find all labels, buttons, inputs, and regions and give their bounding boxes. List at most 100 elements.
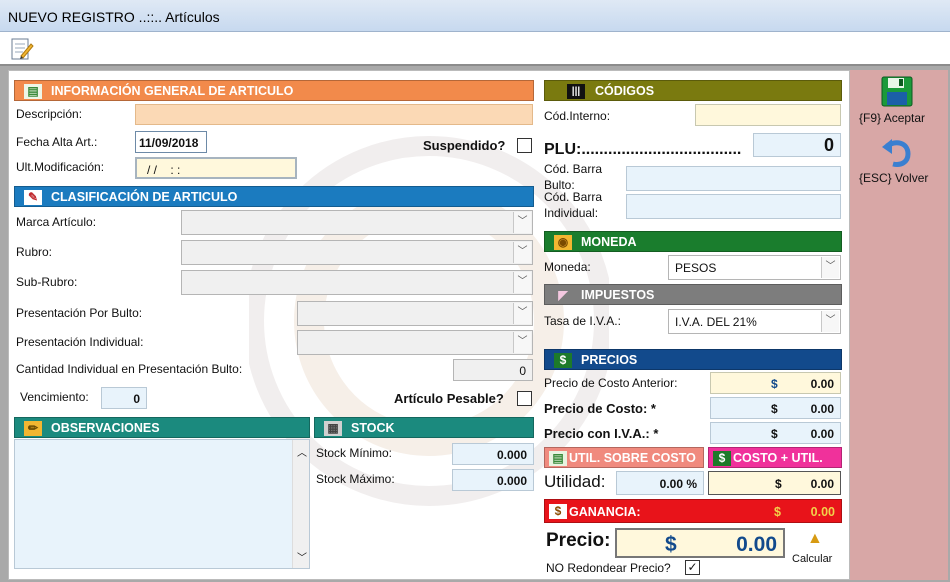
chevron-down-icon[interactable]: ﹀ [513, 212, 531, 233]
descripcion-input[interactable] [135, 104, 533, 125]
stock-min-label: Stock Mínimo: [316, 446, 393, 460]
calcular-button[interactable]: ▲ Calcular [789, 528, 841, 568]
ganancia-row: $ GANANCIA: $ 0.00 [544, 499, 842, 523]
toolbar [0, 32, 950, 66]
chevron-down-icon[interactable]: ﹀ [513, 272, 531, 293]
currency-symbol: $ [771, 402, 778, 416]
currency-symbol: $ [771, 427, 778, 441]
costo-label: Precio de Costo: * [544, 401, 656, 416]
utilidad-pct-input[interactable]: 0.00 % [616, 471, 704, 495]
moneda-select[interactable]: PESOS ﹀ [668, 255, 841, 280]
costo-ant-input[interactable]: $0.00 [710, 372, 841, 394]
moneda-header: ◉ MONEDA [544, 231, 842, 252]
calc-icon: ▤ [549, 451, 567, 466]
suspendido-label: Suspendido? [423, 138, 506, 153]
chevron-down-icon[interactable]: ﹀ [821, 257, 839, 278]
scroll-down-icon[interactable]: ﹀ [297, 549, 307, 564]
volver-label: {ESC} Volver [859, 171, 929, 185]
util-sobre-costo-button[interactable]: ▤ UTIL. SOBRE COSTO [544, 447, 704, 468]
document-icon: ▤ [24, 84, 42, 99]
coins-icon: ▲ [807, 530, 823, 547]
costo-ant-value: 0.00 [810, 377, 834, 391]
chevron-down-icon[interactable]: ﹀ [821, 311, 839, 332]
subrubro-select[interactable]: ﹀ [181, 270, 533, 295]
money-bag-icon: $ [549, 504, 567, 519]
aceptar-button[interactable]: {F9} Aceptar [850, 76, 948, 128]
chevron-down-icon[interactable]: ﹀ [513, 242, 531, 263]
plu-input[interactable]: 0 [753, 133, 841, 157]
clasificacion-header-label: CLASIFICACIÓN DE ARTICULO [51, 190, 238, 204]
aceptar-label: {F9} Aceptar [859, 111, 926, 125]
pres-indiv-select[interactable]: ﹀ [297, 330, 533, 355]
general-header-label: INFORMACIÓN GENERAL DE ARTICULO [51, 84, 294, 98]
no-redondear-label: NO Redondear Precio? [546, 561, 671, 575]
eraser-icon: ◤ [558, 288, 568, 302]
currency-symbol: $ [775, 477, 782, 491]
barra-bulto-input[interactable] [626, 166, 841, 191]
cant-input[interactable]: 0 [453, 359, 533, 381]
precio-input[interactable]: $ 0.00 [615, 528, 785, 558]
con-iva-value: 0.00 [810, 427, 834, 441]
venc-input[interactable]: 0 [101, 387, 147, 409]
general-header: ▤ INFORMACIÓN GENERAL DE ARTICULO [14, 80, 534, 101]
window-title: NUEVO REGISTRO ..::.. Artículos [8, 9, 220, 25]
moneda-select-value: PESOS [675, 261, 717, 275]
barcode-icon: ||| [567, 84, 585, 99]
costo-input[interactable]: $0.00 [710, 397, 841, 419]
scroll-up-icon[interactable]: ︿ [297, 444, 307, 459]
costo-value: 0.00 [810, 402, 834, 416]
precios-header: $ PRECIOS [544, 349, 842, 370]
pres-bulto-label: Presentación Por Bulto: [16, 306, 143, 320]
iva-label: Tasa de I.V.A.: [544, 314, 621, 328]
dollar-icon: $ [713, 451, 731, 466]
fecha-alta-label: Fecha Alta Art.: [16, 135, 98, 149]
iva-select[interactable]: I.V.A. DEL 21% ﹀ [668, 309, 841, 334]
stock-min-input[interactable]: 0.000 [452, 443, 534, 465]
save-icon [881, 76, 913, 107]
title-bar: NUEVO REGISTRO ..::.. Artículos [0, 0, 950, 32]
ult-mod-input[interactable]: / / : : [135, 157, 297, 179]
money-icon: ◉ [554, 235, 572, 250]
iva-select-value: I.V.A. DEL 21% [675, 315, 757, 329]
rubro-select[interactable]: ﹀ [181, 240, 533, 265]
chevron-down-icon[interactable]: ﹀ [513, 303, 531, 324]
ganancia-label: GANANCIA: [569, 505, 641, 519]
chevron-down-icon[interactable]: ﹀ [513, 332, 531, 353]
con-iva-input[interactable]: $0.00 [710, 422, 841, 444]
impuestos-header-label: IMPUESTOS [581, 288, 655, 302]
clipboard-icon: ✎ [24, 190, 42, 205]
utilidad-label: Utilidad: [544, 472, 606, 491]
suspendido-checkbox[interactable] [517, 138, 532, 153]
utilidad-value-input[interactable]: $0.00 [708, 471, 841, 495]
currency-symbol: $ [771, 377, 778, 391]
ult-mod-label: Ult.Modificación: [16, 160, 105, 174]
notepad-edit-icon[interactable] [9, 36, 35, 62]
rubro-label: Rubro: [16, 245, 53, 259]
codigos-header: ||| CÓDIGOS [544, 80, 842, 101]
costo-mas-util-button[interactable]: $ COSTO + UTIL. [708, 447, 842, 468]
plu-label: PLU:.................................... [544, 141, 742, 158]
barra-indiv-input[interactable] [626, 194, 841, 219]
moneda-header-label: MONEDA [581, 235, 637, 249]
moneda-label: Moneda: [544, 260, 591, 274]
currency-symbol: $ [774, 505, 781, 519]
cod-interno-input[interactable] [695, 104, 841, 126]
con-iva-label: Precio con I.V.A.: * [544, 426, 659, 441]
pres-bulto-select[interactable]: ﹀ [297, 301, 533, 326]
fecha-alta-input[interactable]: 11/09/2018 [135, 131, 207, 153]
marca-select[interactable]: ﹀ [181, 210, 533, 235]
pesable-checkbox[interactable] [517, 391, 532, 406]
stock-max-label: Stock Máximo: [316, 472, 395, 486]
marca-label: Marca Artículo: [16, 215, 97, 229]
costo-mas-util-label: COSTO + UTIL. [733, 451, 823, 465]
venc-label: Vencimiento: [20, 390, 89, 404]
scrollbar[interactable]: ︿ ﹀ [292, 440, 309, 568]
precio-value: 0.00 [736, 533, 777, 556]
observaciones-textarea[interactable]: ︿ ﹀ [14, 439, 310, 569]
no-redondear-checkbox[interactable]: ✓ [685, 560, 700, 575]
volver-button[interactable]: {ESC} Volver [850, 136, 948, 188]
precio-label: Precio: [546, 530, 611, 551]
stock-max-input[interactable]: 0.000 [452, 469, 534, 491]
observaciones-header-label: OBSERVACIONES [51, 421, 160, 435]
undo-arrow-icon [881, 136, 913, 168]
